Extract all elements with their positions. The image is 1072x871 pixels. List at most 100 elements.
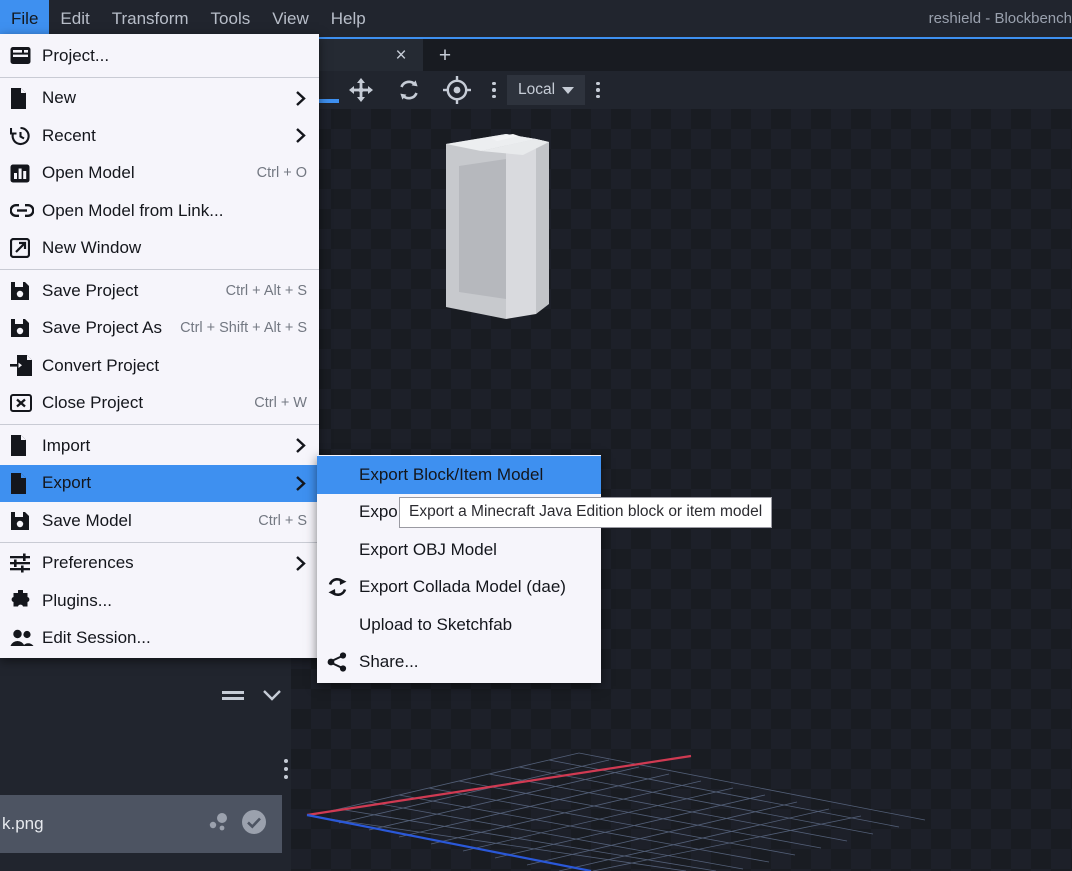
file-icon [10, 472, 42, 494]
export-tooltip: Export a Minecraft Java Edition block or… [399, 497, 773, 528]
menu-item-shortcut: Ctrl + O [256, 165, 307, 182]
people-icon [10, 627, 42, 649]
particle-icon[interactable] [206, 811, 232, 838]
menu-item-shortcut: Ctrl + W [254, 395, 307, 412]
history-icon [10, 125, 42, 147]
save-icon [10, 510, 42, 532]
menu-item-label: Upload to Sketchfab [359, 614, 513, 634]
menu-view[interactable]: View [261, 0, 320, 37]
menu-icon-placeholder [327, 614, 359, 636]
menu-item-new-window[interactable]: New Window [0, 230, 319, 268]
menu-item-label: Convert Project [42, 355, 160, 375]
menu-item-label: Export [42, 473, 92, 493]
sliders-icon [10, 552, 42, 574]
file-menu-dropdown: Project... New Recent Open Model Ctrl + … [0, 34, 319, 658]
project-icon [10, 45, 42, 67]
menu-item-save-project-as[interactable]: Save Project As Ctrl + Shift + Alt + S [0, 310, 319, 348]
export-submenu: Export Block/Item Model Expo Export OBJ … [317, 455, 601, 683]
submenu-item-export-obj-model[interactable]: Export OBJ Model [317, 531, 601, 569]
menu-item-label: New [42, 88, 77, 108]
menu-item-save-project[interactable]: Save Project Ctrl + Alt + S [0, 272, 319, 310]
chevron-right-icon [281, 555, 307, 572]
refresh-icon [327, 576, 359, 598]
menu-item-label: Recent [42, 125, 96, 145]
menu-item-label: Share... [359, 652, 419, 672]
menu-item-project[interactable]: Project... [0, 37, 319, 75]
menu-item-open-model[interactable]: Open Model Ctrl + O [0, 155, 319, 193]
chevron-down-icon [562, 86, 575, 94]
file-icon [10, 435, 42, 457]
axis-x-line [306, 754, 692, 817]
menu-item-label: Project... [42, 45, 110, 65]
menu-separator [0, 541, 319, 543]
menu-item-save-model[interactable]: Save Model Ctrl + S [0, 502, 319, 540]
texture-list-item[interactable]: k.png [0, 795, 282, 853]
menu-transform[interactable]: Transform [101, 0, 200, 37]
menu-item-new[interactable]: New [0, 80, 319, 118]
menu-item-convert-project[interactable]: Convert Project [0, 347, 319, 385]
submenu-item-export-collada-model[interactable]: Export Collada Model (dae) [317, 569, 601, 607]
menu-item-label: Save Project As [42, 318, 163, 338]
share-icon [327, 651, 359, 673]
menu-item-close-project[interactable]: Close Project Ctrl + W [0, 385, 319, 423]
submenu-item-export-block-item-model[interactable]: Export Block/Item Model [317, 456, 601, 494]
menu-item-label: Save Project [42, 280, 139, 300]
menu-item-label: Export Block/Item Model [359, 464, 544, 484]
submenu-item-share[interactable]: Share... [317, 644, 601, 682]
menu-item-open-model-from-link[interactable]: Open Model from Link... [0, 192, 319, 230]
menu-item-edit-session[interactable]: Edit Session... [0, 620, 319, 658]
menu-item-import[interactable]: Import [0, 427, 319, 465]
check-circle-icon[interactable] [240, 808, 268, 841]
list-icon[interactable] [221, 687, 245, 703]
pivot-icon[interactable] [433, 71, 481, 109]
menu-icon-placeholder [327, 464, 359, 486]
transform-space-select[interactable]: Local [507, 75, 586, 105]
menu-item-export[interactable]: Export [0, 464, 319, 502]
save-icon [10, 280, 42, 302]
chevron-right-icon [281, 437, 307, 454]
menu-item-label: Close Project [42, 393, 144, 413]
close-icon[interactable]: × [391, 46, 411, 65]
texture-name-label: k.png [2, 814, 44, 833]
menu-file[interactable]: File [0, 0, 50, 37]
menu-help[interactable]: Help [320, 0, 377, 37]
chevron-right-icon [281, 475, 307, 492]
window-title: reshield - Blockbench [928, 10, 1072, 27]
add-tab-button[interactable]: + [423, 39, 467, 71]
close-box-icon [10, 392, 42, 414]
tab-bar: × + [291, 37, 1072, 71]
menu-item-shortcut: Ctrl + Shift + Alt + S [180, 320, 307, 337]
puzzle-icon [10, 590, 42, 612]
menu-separator [0, 269, 319, 270]
rotate-icon[interactable] [385, 71, 433, 109]
menu-tools[interactable]: Tools [200, 0, 262, 37]
save-icon [10, 317, 42, 339]
menu-edit[interactable]: Edit [49, 0, 100, 37]
menu-item-recent[interactable]: Recent [0, 117, 319, 155]
title-bar: File Edit Transform Tools View Help resh… [0, 0, 1072, 37]
viewport-toolbar: Local [291, 71, 1072, 109]
transform-space-label: Local [518, 81, 556, 98]
menu-icon-placeholder [327, 539, 359, 561]
texture-item-icons [206, 808, 268, 841]
menu-item-shortcut: Ctrl + Alt + S [225, 282, 307, 299]
chevron-right-icon [281, 127, 307, 144]
menu-item-preferences[interactable]: Preferences [0, 545, 319, 583]
chevron-right-icon [281, 90, 307, 107]
menu-item-label: Export Collada Model (dae) [359, 577, 566, 597]
menu-item-label: Import [42, 435, 91, 455]
toolbar-overflow-button[interactable] [481, 71, 507, 109]
submenu-item-upload-to-sketchfab[interactable]: Upload to Sketchfab [317, 606, 601, 644]
menu-item-label: Open Model from Link... [42, 200, 224, 220]
menu-item-plugins[interactable]: Plugins... [0, 582, 319, 620]
toolbar-more-button[interactable] [585, 71, 611, 109]
axis-z-line [306, 813, 592, 871]
move-icon[interactable] [337, 71, 385, 109]
chart-icon [10, 162, 42, 184]
menu-icon-placeholder [327, 501, 359, 523]
menu-separator [0, 424, 319, 425]
shield-model [446, 134, 549, 319]
texture-panel-overflow-button[interactable] [284, 759, 288, 779]
chevron-down-icon[interactable] [261, 687, 283, 703]
menu-item-label: New Window [42, 238, 142, 258]
